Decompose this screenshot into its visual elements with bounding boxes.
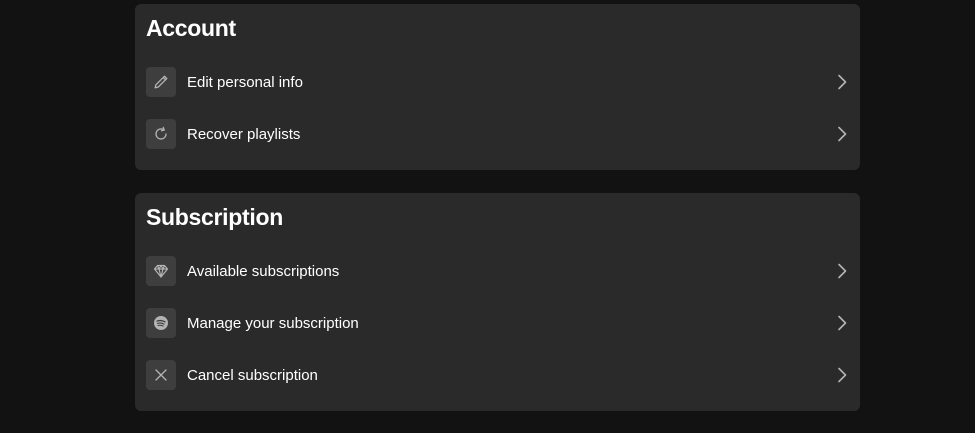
edit-personal-info-label: Edit personal info <box>187 73 303 91</box>
subscription-section: Subscription Available subscriptions Man… <box>135 193 860 411</box>
cancel-subscription-row[interactable]: Cancel subscription <box>135 349 860 401</box>
pencil-icon <box>146 67 176 97</box>
chevron-right-icon <box>838 74 847 90</box>
subscription-section-title: Subscription <box>146 204 283 230</box>
chevron-right-icon <box>838 315 847 331</box>
cancel-subscription-label: Cancel subscription <box>187 366 318 384</box>
refresh-icon <box>146 119 176 149</box>
diamond-icon <box>146 256 176 286</box>
chevron-right-icon <box>838 263 847 279</box>
manage-subscription-row[interactable]: Manage your subscription <box>135 297 860 349</box>
recover-playlists-row[interactable]: Recover playlists <box>135 108 860 160</box>
account-section: Account Edit personal info Recover playl… <box>135 4 860 170</box>
spotify-icon <box>146 308 176 338</box>
chevron-right-icon <box>838 126 847 142</box>
available-subscriptions-row[interactable]: Available subscriptions <box>135 245 860 297</box>
recover-playlists-label: Recover playlists <box>187 125 301 143</box>
close-icon <box>146 360 176 390</box>
available-subscriptions-label: Available subscriptions <box>187 262 340 280</box>
manage-subscription-label: Manage your subscription <box>187 314 359 332</box>
account-section-title: Account <box>146 15 236 41</box>
chevron-right-icon <box>838 367 847 383</box>
edit-personal-info-row[interactable]: Edit personal info <box>135 56 860 108</box>
